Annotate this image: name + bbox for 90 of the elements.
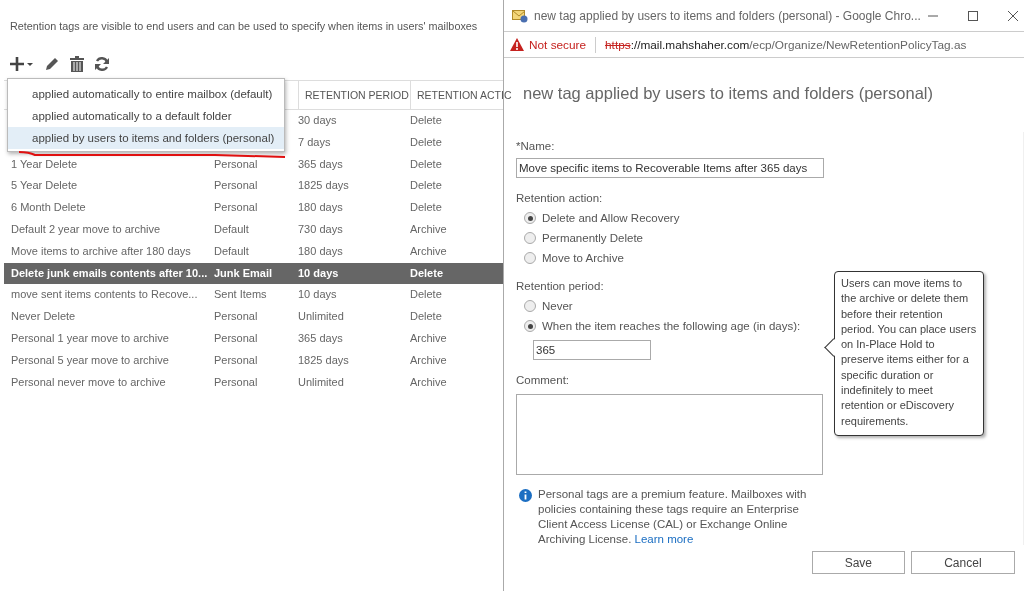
menu-item[interactable]: applied automatically to entire mailbox (default) xyxy=(8,83,284,105)
period-cell: 30 days xyxy=(298,114,337,126)
column-header[interactable]: RETENTION PERIOD xyxy=(298,81,410,109)
days-field[interactable]: 365 xyxy=(533,340,651,360)
learn-more-link[interactable]: Learn more xyxy=(634,533,694,545)
delete-icon[interactable] xyxy=(70,56,84,72)
action-cell: Archive xyxy=(410,331,447,344)
tag-type-cell: Personal xyxy=(214,331,258,344)
option-label: Permanently Delete xyxy=(542,232,643,244)
period-cell: 180 days xyxy=(298,201,343,214)
menu-item[interactable]: applied by users to items and folders (personal) xyxy=(8,127,284,149)
period-cell: Unlimited xyxy=(298,310,344,323)
name-label: *Name: xyxy=(516,140,555,154)
period-cell: 365 days xyxy=(298,331,343,344)
info-icon xyxy=(519,489,532,502)
period-cell: 1825 days xyxy=(298,179,349,192)
tag-type-cell: Personal xyxy=(214,179,258,192)
tag-type-cell: Personal xyxy=(214,201,258,214)
radio-button[interactable] xyxy=(524,252,536,264)
action-cell: Archive xyxy=(410,353,447,366)
tag-type-cell: Default xyxy=(214,244,249,257)
tag-name-cell: Personal 1 year move to archive xyxy=(11,331,169,344)
tag-name-cell: move sent items contents to Recove... xyxy=(11,288,198,301)
tag-name-cell: 1 Year Delete xyxy=(11,157,78,170)
name-field[interactable]: Move specific items to Recoverable Items after 365 days xyxy=(516,158,824,178)
period-cell: 10 days xyxy=(298,288,337,301)
period-cell: 730 days xyxy=(298,223,343,235)
tag-name-cell: Personal never move to archive xyxy=(11,375,166,388)
tag-type-cell: Personal xyxy=(214,157,258,170)
menu-item[interactable]: applied automatically to a default folder xyxy=(8,105,284,127)
radio-button[interactable] xyxy=(524,232,536,244)
action-cell: Delete xyxy=(410,135,442,148)
tag-name-cell: Personal 5 year move to archive xyxy=(11,353,169,366)
tag-name-cell: Delete junk emails contents after 10... xyxy=(11,266,208,279)
comment-field[interactable] xyxy=(516,394,823,475)
action-label: Retention action: xyxy=(516,192,603,206)
tag-type-cell: Personal xyxy=(214,353,258,366)
warning-icon xyxy=(510,38,524,51)
action-cell: Delete xyxy=(410,266,444,279)
period-label: Retention period: xyxy=(516,280,604,294)
action-cell: Delete xyxy=(410,288,442,301)
period-cell: 7 days xyxy=(298,135,331,148)
option-label: Delete and Allow Recovery xyxy=(542,212,680,224)
period-cell: 1825 days xyxy=(298,353,349,366)
close-button[interactable] xyxy=(1006,9,1019,22)
period-cell: 365 days xyxy=(298,157,343,170)
selected-row[interactable]: Delete junk emails contents after 10... Junk Email 10 days Delete xyxy=(4,262,503,285)
tag-name-cell: 6 Month Delete xyxy=(11,201,86,214)
tag-name-cell: Move items to archive after 180 days xyxy=(11,244,191,257)
radio-button[interactable] xyxy=(524,212,536,224)
tooltip-text: Users can move items to the archive or delete them before their retention period. You can place users on In-Place Hold to preserve items either for a specific duration or indefinitely to meet retention or eDiscovery requirements. xyxy=(841,277,977,427)
action-cell: Delete xyxy=(410,157,442,170)
tag-name-cell: Default 2 year move to archive xyxy=(11,223,161,235)
tag-type-cell: Personal xyxy=(214,310,258,323)
radio-button[interactable] xyxy=(524,320,536,332)
maximize-button[interactable] xyxy=(966,9,979,22)
security-label[interactable]: Not secure xyxy=(529,37,587,52)
tag-type-cell: Personal xyxy=(214,375,258,388)
window-title: new tag applied by users to items and folders (personal) - Google Chro... xyxy=(534,8,921,23)
action-cell: Archive xyxy=(410,223,447,235)
period-cell: Unlimited xyxy=(298,375,344,388)
action-cell: Delete xyxy=(410,114,442,126)
action-cell: Delete xyxy=(410,201,442,214)
dialog-heading: new tag applied by users to items and folders (personal) xyxy=(522,83,934,104)
option-label: Never xyxy=(542,300,573,312)
description-text: Retention tags are visible to end users and can be used to specify when items in users' mailboxes xyxy=(9,20,478,34)
action-cell: Archive xyxy=(410,375,447,388)
action-cell: Delete xyxy=(410,179,442,192)
notice-text: Personal tags are a premium feature. Mailboxes with policies containing these tags require an Enterprise Client Access License (CAL) or Exchange Online Archiving License. Learn more xyxy=(538,487,808,547)
refresh-icon[interactable] xyxy=(94,56,110,72)
action-cell: Delete xyxy=(410,310,442,323)
address-url[interactable]: https://mail.mahshaher.com/ecp/Organize/NewRetentionPolicyTag.as xyxy=(605,37,967,52)
radio-button[interactable] xyxy=(524,300,536,312)
edit-icon[interactable] xyxy=(44,56,60,72)
comment-label: Comment: xyxy=(516,374,570,388)
tag-name-cell: Never Delete xyxy=(11,310,76,323)
period-cell: 180 days xyxy=(298,244,343,257)
action-cell: Archive xyxy=(410,244,447,257)
save-button[interactable]: Save xyxy=(811,551,905,574)
tag-type-cell: Junk Email xyxy=(214,266,273,279)
mail-icon xyxy=(512,8,528,23)
tag-type-cell: Default xyxy=(214,223,249,235)
add-dropdown-icon[interactable] xyxy=(10,56,34,72)
option-label: When the item reaches the following age (in days): xyxy=(542,320,801,332)
cancel-button[interactable]: Cancel xyxy=(910,551,1015,574)
tag-type-cell: Sent Items xyxy=(214,288,267,301)
column-header[interactable]: RETENTION ACTIC xyxy=(410,81,512,109)
option-label: Move to Archive xyxy=(542,252,624,264)
period-cell: 10 days xyxy=(298,266,339,279)
tag-name-cell: 5 Year Delete xyxy=(11,179,78,192)
